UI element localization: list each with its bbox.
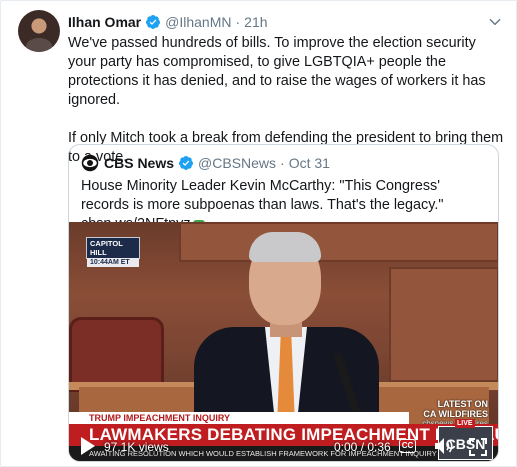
verified-badge-icon <box>179 156 194 170</box>
location-bug: CAPITOL HILL 10:44AM ET <box>86 237 140 267</box>
separator-dot: · <box>280 155 285 171</box>
author-name[interactable]: Ilhan Omar <box>68 14 141 30</box>
latest-topic: CA WILDFIRES <box>423 409 488 419</box>
video-controls: 97.1K views 0:00 / 0:36 CC <box>69 431 498 461</box>
chevron-down-icon[interactable] <box>488 15 502 29</box>
speaker-hair <box>249 232 321 262</box>
closed-captions-icon[interactable]: CC <box>399 439 416 453</box>
tweet-paragraph: We've passed hundreds of bills. To impro… <box>68 35 486 108</box>
tweet-timestamp[interactable]: 21h <box>244 14 267 30</box>
volume-icon[interactable] <box>434 437 454 455</box>
author-handle[interactable]: @IlhanMN <box>165 14 231 30</box>
play-icon[interactable] <box>81 437 95 455</box>
quoted-author-handle: @CBSNews <box>198 155 277 171</box>
fullscreen-icon[interactable] <box>469 438 487 456</box>
quoted-tweet-header: CBS News @CBSNews · Oct 31 <box>81 154 330 172</box>
live-label: LIVE <box>455 419 475 428</box>
quoted-timestamp: Oct 31 <box>288 155 330 171</box>
tweet-header: Ilhan Omar @IlhanMN · 21h <box>68 13 268 31</box>
location-label: CAPITOL HILL <box>90 239 123 257</box>
background-wall-panel <box>389 267 498 382</box>
view-count: 97.1K views <box>104 440 169 454</box>
video-player[interactable]: CAPITOL HILL 10:44AM ET LATEST ON CA WIL… <box>69 222 498 461</box>
location-time: 10:44AM ET <box>87 258 139 267</box>
ticker-label: TRUMP IMPEACHMENT INQUIRY <box>69 412 409 424</box>
background-chair <box>69 317 164 392</box>
quoted-author-name: CBS News <box>104 155 175 171</box>
tweet-card[interactable]: Ilhan Omar @IlhanMN · 21h We've passed h… <box>0 0 517 467</box>
author-avatar[interactable] <box>18 10 60 52</box>
video-timer: 0:00 / 0:36 <box>334 440 391 454</box>
separator-dot: · <box>235 14 241 30</box>
verified-badge-icon <box>146 15 161 29</box>
quoted-tweet[interactable]: CBS News @CBSNews · Oct 31 House Minorit… <box>68 144 499 462</box>
latest-label: LATEST ON <box>437 399 488 409</box>
cbs-eye-icon <box>81 154 99 172</box>
